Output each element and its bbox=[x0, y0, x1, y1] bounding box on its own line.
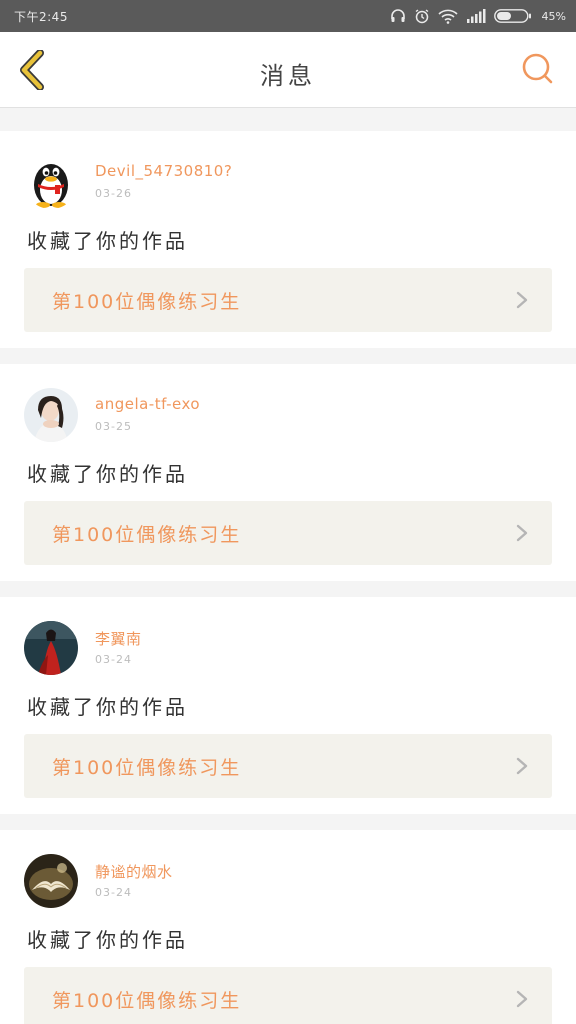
avatar[interactable] bbox=[24, 388, 78, 442]
status-time: 下午2:45 bbox=[14, 10, 68, 24]
work-title: 第100位偶像练习生 bbox=[52, 291, 242, 313]
wifi-icon bbox=[437, 7, 458, 25]
battery-percent: 45% bbox=[541, 9, 566, 23]
message-date: 03-24 bbox=[95, 653, 132, 666]
message-date: 03-24 bbox=[95, 886, 132, 899]
message-list: Devil_54730810? 03-26 收藏了你的作品 第100位偶像练习生… bbox=[0, 116, 576, 1024]
message-date: 03-25 bbox=[95, 420, 132, 433]
work-link[interactable]: 第100位偶像练习生 bbox=[24, 268, 552, 332]
user-photo-icon bbox=[24, 388, 78, 442]
chevron-right-icon bbox=[516, 291, 528, 309]
action-text: 收藏了你的作品 bbox=[27, 229, 188, 253]
battery-icon bbox=[493, 7, 532, 25]
user-photo-icon bbox=[24, 621, 78, 675]
alarm-icon bbox=[414, 7, 430, 25]
username[interactable]: angela-tf-exo bbox=[95, 395, 200, 413]
work-title: 第100位偶像练习生 bbox=[52, 524, 242, 546]
chevron-right-icon bbox=[516, 524, 528, 542]
work-link[interactable]: 第100位偶像练习生 bbox=[24, 734, 552, 798]
work-title: 第100位偶像练习生 bbox=[52, 990, 242, 1012]
work-link[interactable]: 第100位偶像练习生 bbox=[24, 967, 552, 1024]
search-icon bbox=[520, 52, 554, 90]
avatar[interactable] bbox=[24, 621, 78, 675]
search-button[interactable] bbox=[520, 52, 554, 90]
status-bar: 下午2:45 45% bbox=[0, 0, 576, 32]
page-title: 消息 bbox=[260, 62, 316, 90]
action-text: 收藏了你的作品 bbox=[27, 695, 188, 719]
action-text: 收藏了你的作品 bbox=[27, 462, 188, 486]
username[interactable]: 静谧的烟水 bbox=[95, 861, 173, 882]
chevron-right-icon bbox=[516, 757, 528, 775]
chevron-right-icon bbox=[516, 990, 528, 1008]
status-icons: 45% bbox=[390, 7, 566, 25]
avatar[interactable] bbox=[24, 155, 78, 209]
work-link[interactable]: 第100位偶像练习生 bbox=[24, 501, 552, 565]
message-card[interactable]: angela-tf-exo 03-25 收藏了你的作品 第100位偶像练习生 bbox=[0, 364, 576, 581]
message-card[interactable]: 李翼南 03-24 收藏了你的作品 第100位偶像练习生 bbox=[0, 597, 576, 814]
work-title: 第100位偶像练习生 bbox=[52, 757, 242, 779]
action-text: 收藏了你的作品 bbox=[27, 928, 188, 952]
signal-icon bbox=[466, 7, 486, 25]
avatar[interactable] bbox=[24, 854, 78, 908]
message-card[interactable]: Devil_54730810? 03-26 收藏了你的作品 第100位偶像练习生 bbox=[0, 131, 576, 348]
headset-icon bbox=[390, 7, 406, 25]
message-card[interactable]: 静谧的烟水 03-24 收藏了你的作品 第100位偶像练习生 bbox=[0, 830, 576, 1024]
user-photo-icon bbox=[24, 854, 78, 908]
penguin-avatar-icon bbox=[24, 155, 78, 209]
username[interactable]: Devil_54730810? bbox=[95, 162, 232, 180]
message-date: 03-26 bbox=[95, 187, 132, 200]
username[interactable]: 李翼南 bbox=[95, 628, 142, 649]
app-header: 消息 bbox=[0, 32, 576, 108]
